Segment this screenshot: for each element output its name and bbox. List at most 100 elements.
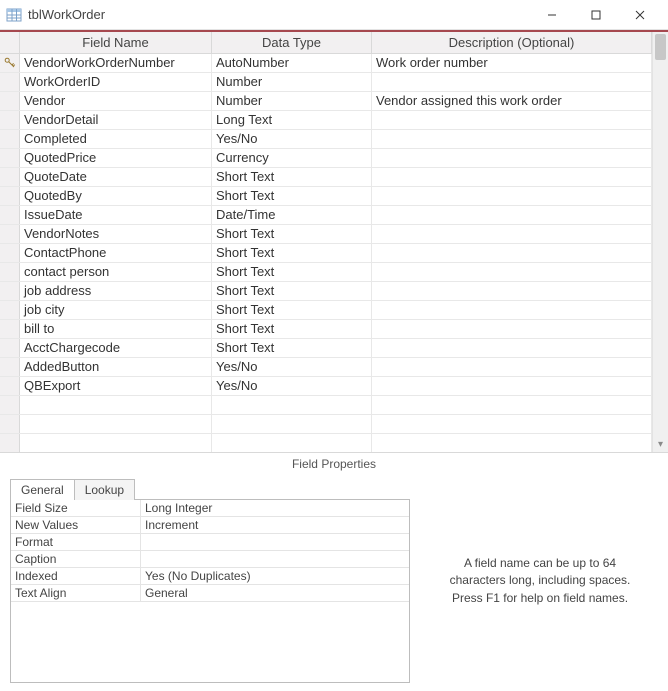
table-row[interactable]: WorkOrderIDNumber	[0, 73, 652, 92]
col-header-type[interactable]: Data Type	[212, 32, 372, 53]
cell-data-type[interactable]: Short Text	[212, 282, 372, 300]
cell-data-type[interactable]: Short Text	[212, 320, 372, 338]
cell-data-type[interactable]: Short Text	[212, 244, 372, 262]
col-header-desc[interactable]: Description (Optional)	[372, 32, 652, 53]
property-value[interactable]: Yes (No Duplicates)	[141, 568, 409, 584]
table-row[interactable]: QBExportYes/No	[0, 377, 652, 396]
row-selector[interactable]	[0, 111, 20, 129]
cell-description[interactable]	[372, 434, 652, 452]
cell-description[interactable]	[372, 111, 652, 129]
cell-field-name[interactable]: contact person	[20, 263, 212, 281]
row-selector[interactable]	[0, 320, 20, 338]
cell-field-name[interactable]: AcctChargecode	[20, 339, 212, 357]
cell-field-name[interactable]: VendorWorkOrderNumber	[20, 54, 212, 72]
row-selector[interactable]	[0, 149, 20, 167]
cell-description[interactable]	[372, 320, 652, 338]
cell-description[interactable]	[372, 149, 652, 167]
cell-data-type[interactable]: Short Text	[212, 339, 372, 357]
row-selector-header[interactable]	[0, 32, 20, 53]
cell-field-name[interactable]	[20, 415, 212, 433]
minimize-button[interactable]	[530, 1, 574, 29]
property-row[interactable]: IndexedYes (No Duplicates)	[11, 568, 409, 585]
cell-field-name[interactable]: job city	[20, 301, 212, 319]
cell-data-type[interactable]: Number	[212, 73, 372, 91]
row-selector[interactable]	[0, 339, 20, 357]
cell-field-name[interactable]: WorkOrderID	[20, 73, 212, 91]
cell-data-type[interactable]: AutoNumber	[212, 54, 372, 72]
cell-data-type[interactable]: Yes/No	[212, 358, 372, 376]
cell-data-type[interactable]: Yes/No	[212, 130, 372, 148]
row-selector[interactable]	[0, 263, 20, 281]
table-row[interactable]: VendorNumberVendor assigned this work or…	[0, 92, 652, 111]
property-row[interactable]: New ValuesIncrement	[11, 517, 409, 534]
cell-description[interactable]	[372, 263, 652, 281]
cell-description[interactable]	[372, 130, 652, 148]
row-selector[interactable]	[0, 396, 20, 414]
maximize-button[interactable]	[574, 1, 618, 29]
property-value[interactable]: General	[141, 585, 409, 601]
cell-data-type[interactable]: Short Text	[212, 168, 372, 186]
row-selector[interactable]	[0, 225, 20, 243]
cell-description[interactable]: Work order number	[372, 54, 652, 72]
cell-description[interactable]	[372, 339, 652, 357]
cell-data-type[interactable]: Date/Time	[212, 206, 372, 224]
cell-field-name[interactable]: IssueDate	[20, 206, 212, 224]
cell-data-type[interactable]	[212, 434, 372, 452]
tab-lookup[interactable]: Lookup	[74, 479, 135, 500]
property-value[interactable]: Increment	[141, 517, 409, 533]
cell-field-name[interactable]: QuotedPrice	[20, 149, 212, 167]
table-row[interactable]: ContactPhoneShort Text	[0, 244, 652, 263]
table-row[interactable]: CompletedYes/No	[0, 130, 652, 149]
cell-field-name[interactable]: Vendor	[20, 92, 212, 110]
property-row[interactable]: Caption	[11, 551, 409, 568]
row-selector[interactable]	[0, 415, 20, 433]
property-value[interactable]: Long Integer	[141, 500, 409, 516]
table-row[interactable]	[0, 396, 652, 415]
table-row[interactable]: IssueDateDate/Time	[0, 206, 652, 225]
property-value[interactable]	[141, 534, 409, 550]
cell-data-type[interactable]: Short Text	[212, 301, 372, 319]
row-selector[interactable]	[0, 434, 20, 452]
table-row[interactable]: AddedButtonYes/No	[0, 358, 652, 377]
cell-data-type[interactable]: Long Text	[212, 111, 372, 129]
table-row[interactable]	[0, 434, 652, 452]
cell-field-name[interactable]: ContactPhone	[20, 244, 212, 262]
cell-field-name[interactable]	[20, 434, 212, 452]
cell-field-name[interactable]: AddedButton	[20, 358, 212, 376]
cell-description[interactable]	[372, 396, 652, 414]
cell-data-type[interactable]: Short Text	[212, 187, 372, 205]
cell-description[interactable]	[372, 244, 652, 262]
cell-description[interactable]	[372, 358, 652, 376]
row-selector[interactable]	[0, 206, 20, 224]
cell-field-name[interactable]	[20, 396, 212, 414]
property-row[interactable]: Field SizeLong Integer	[11, 500, 409, 517]
row-selector[interactable]	[0, 54, 20, 72]
vertical-scrollbar[interactable]: ▾	[652, 32, 668, 452]
cell-field-name[interactable]: job address	[20, 282, 212, 300]
row-selector[interactable]	[0, 168, 20, 186]
table-row[interactable]: VendorDetailLong Text	[0, 111, 652, 130]
cell-data-type[interactable]	[212, 415, 372, 433]
property-value[interactable]	[141, 551, 409, 567]
property-row[interactable]: Text AlignGeneral	[11, 585, 409, 602]
cell-field-name[interactable]: Completed	[20, 130, 212, 148]
cell-field-name[interactable]: QuotedBy	[20, 187, 212, 205]
row-selector[interactable]	[0, 244, 20, 262]
cell-description[interactable]	[372, 206, 652, 224]
close-button[interactable]	[618, 1, 662, 29]
row-selector[interactable]	[0, 130, 20, 148]
cell-description[interactable]	[372, 187, 652, 205]
cell-data-type[interactable]	[212, 396, 372, 414]
table-row[interactable]: VendorWorkOrderNumberAutoNumberWork orde…	[0, 54, 652, 73]
scrollbar-thumb[interactable]	[655, 34, 666, 60]
cell-data-type[interactable]: Yes/No	[212, 377, 372, 395]
cell-description[interactable]	[372, 301, 652, 319]
table-row[interactable]: QuoteDateShort Text	[0, 168, 652, 187]
row-selector[interactable]	[0, 73, 20, 91]
row-selector[interactable]	[0, 187, 20, 205]
cell-description[interactable]	[372, 415, 652, 433]
scrollbar-down-arrow[interactable]: ▾	[653, 439, 668, 450]
row-selector[interactable]	[0, 301, 20, 319]
cell-data-type[interactable]: Number	[212, 92, 372, 110]
cell-field-name[interactable]: QBExport	[20, 377, 212, 395]
